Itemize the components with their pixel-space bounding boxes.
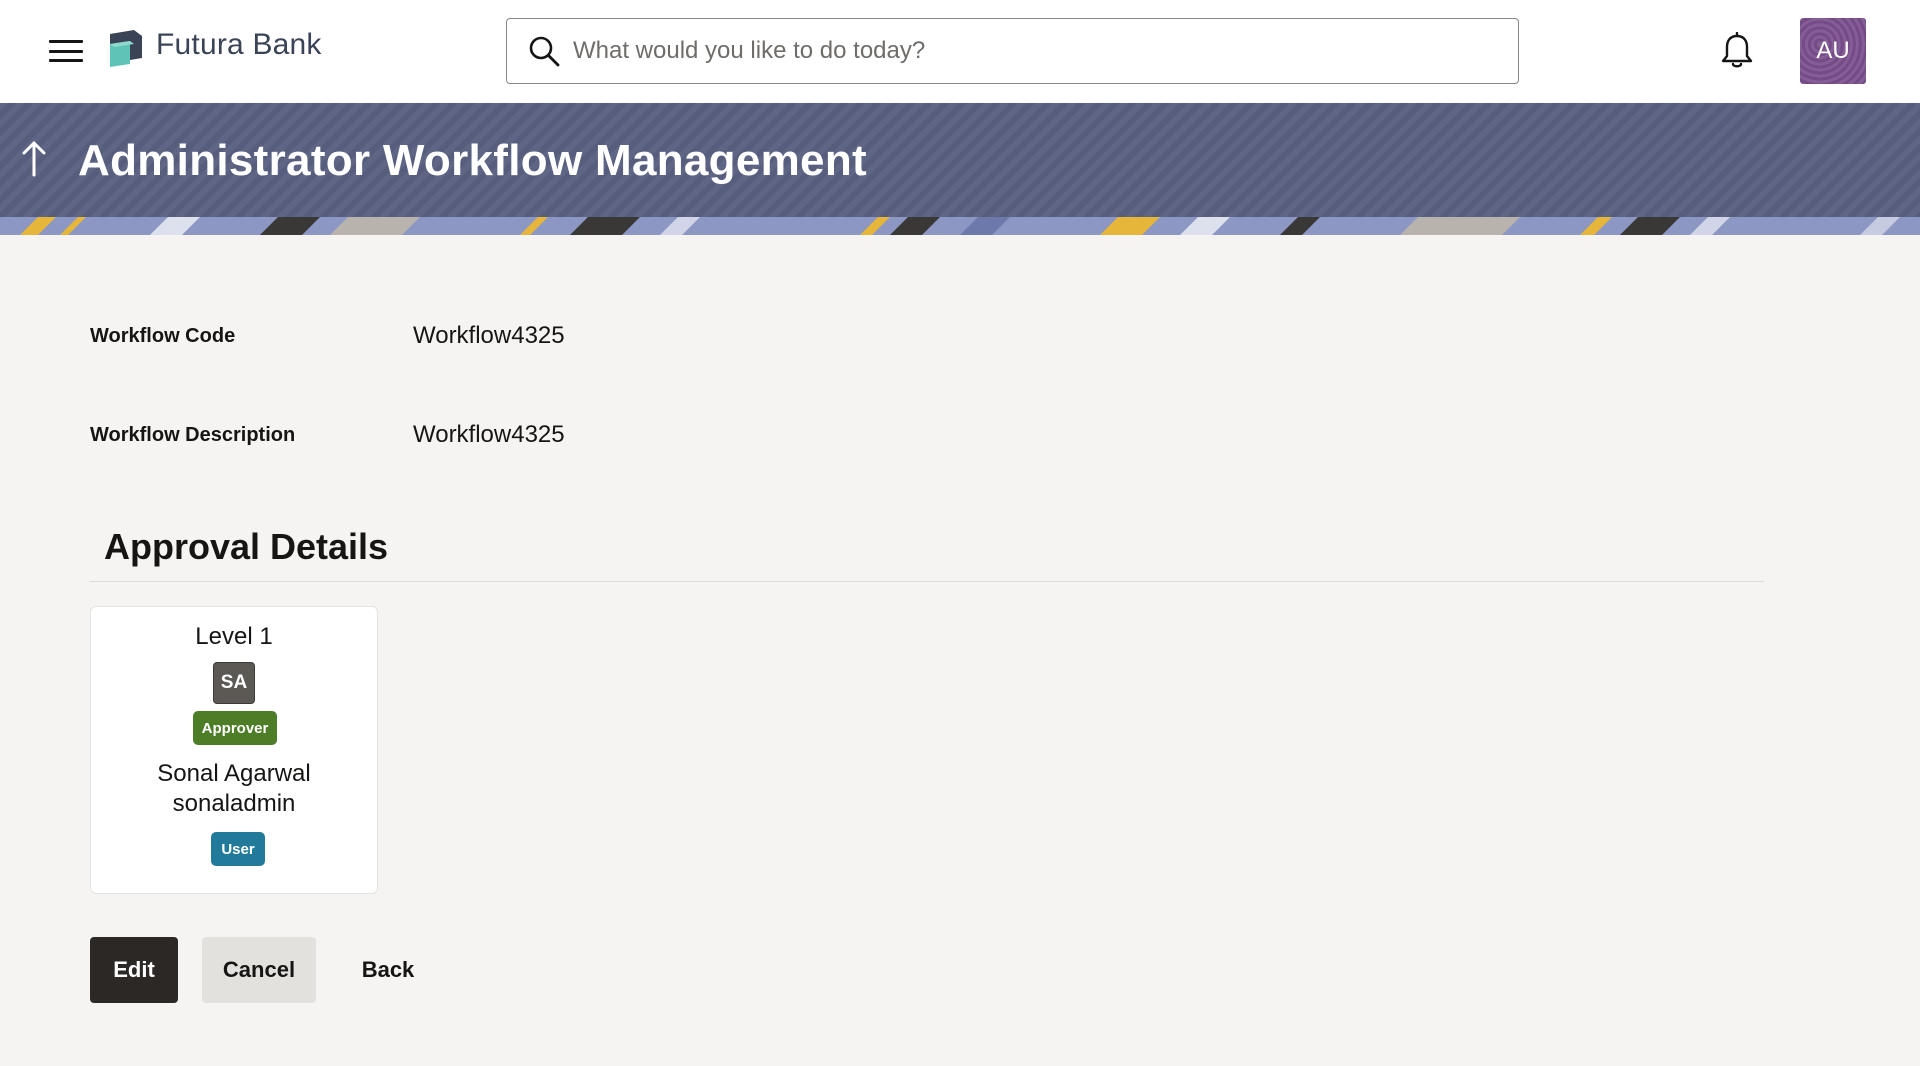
brand-name[interactable]: Futura Bank [156, 28, 322, 62]
approver-type-badge: User [211, 832, 265, 866]
back-button[interactable]: Back [340, 937, 436, 1003]
cancel-button[interactable]: Cancel [202, 937, 316, 1003]
approval-level-card: Level 1 SA Approver Sonal Agarwal sonala… [90, 606, 378, 894]
approver-initials-avatar: SA [213, 662, 255, 704]
decorative-pattern-strip [0, 217, 1920, 235]
edit-button[interactable]: Edit [90, 937, 178, 1003]
page-title-banner: Administrator Workflow Management [0, 103, 1920, 217]
approver-name: Sonal Agarwal [157, 760, 311, 787]
approval-details-heading: Approval Details [104, 526, 389, 567]
section-divider [90, 581, 1764, 582]
workflow-description-label: Workflow Description [90, 424, 296, 446]
futura-bank-logo-icon[interactable] [108, 30, 144, 68]
search-icon [529, 36, 560, 67]
notification-bell-icon[interactable] [1720, 32, 1754, 70]
search-box[interactable] [506, 18, 1519, 84]
search-input[interactable] [573, 29, 1493, 73]
approval-level-title: Level 1 [195, 623, 273, 650]
page-title: Administrator Workflow Management [78, 136, 867, 185]
back-arrow-icon[interactable] [20, 139, 48, 179]
workflow-description-value: Workflow4325 [413, 421, 565, 448]
workflow-code-value: Workflow4325 [413, 322, 565, 349]
hamburger-menu-icon[interactable] [46, 34, 86, 68]
user-avatar[interactable]: AU [1800, 18, 1866, 84]
approver-username: sonaladmin [172, 790, 296, 817]
approver-role-badge: Approver [193, 711, 277, 745]
top-header: Futura Bank AU [0, 0, 1920, 103]
workflow-code-label: Workflow Code [90, 325, 236, 347]
approver-name-block: Sonal Agarwal sonaladmin [91, 759, 377, 819]
